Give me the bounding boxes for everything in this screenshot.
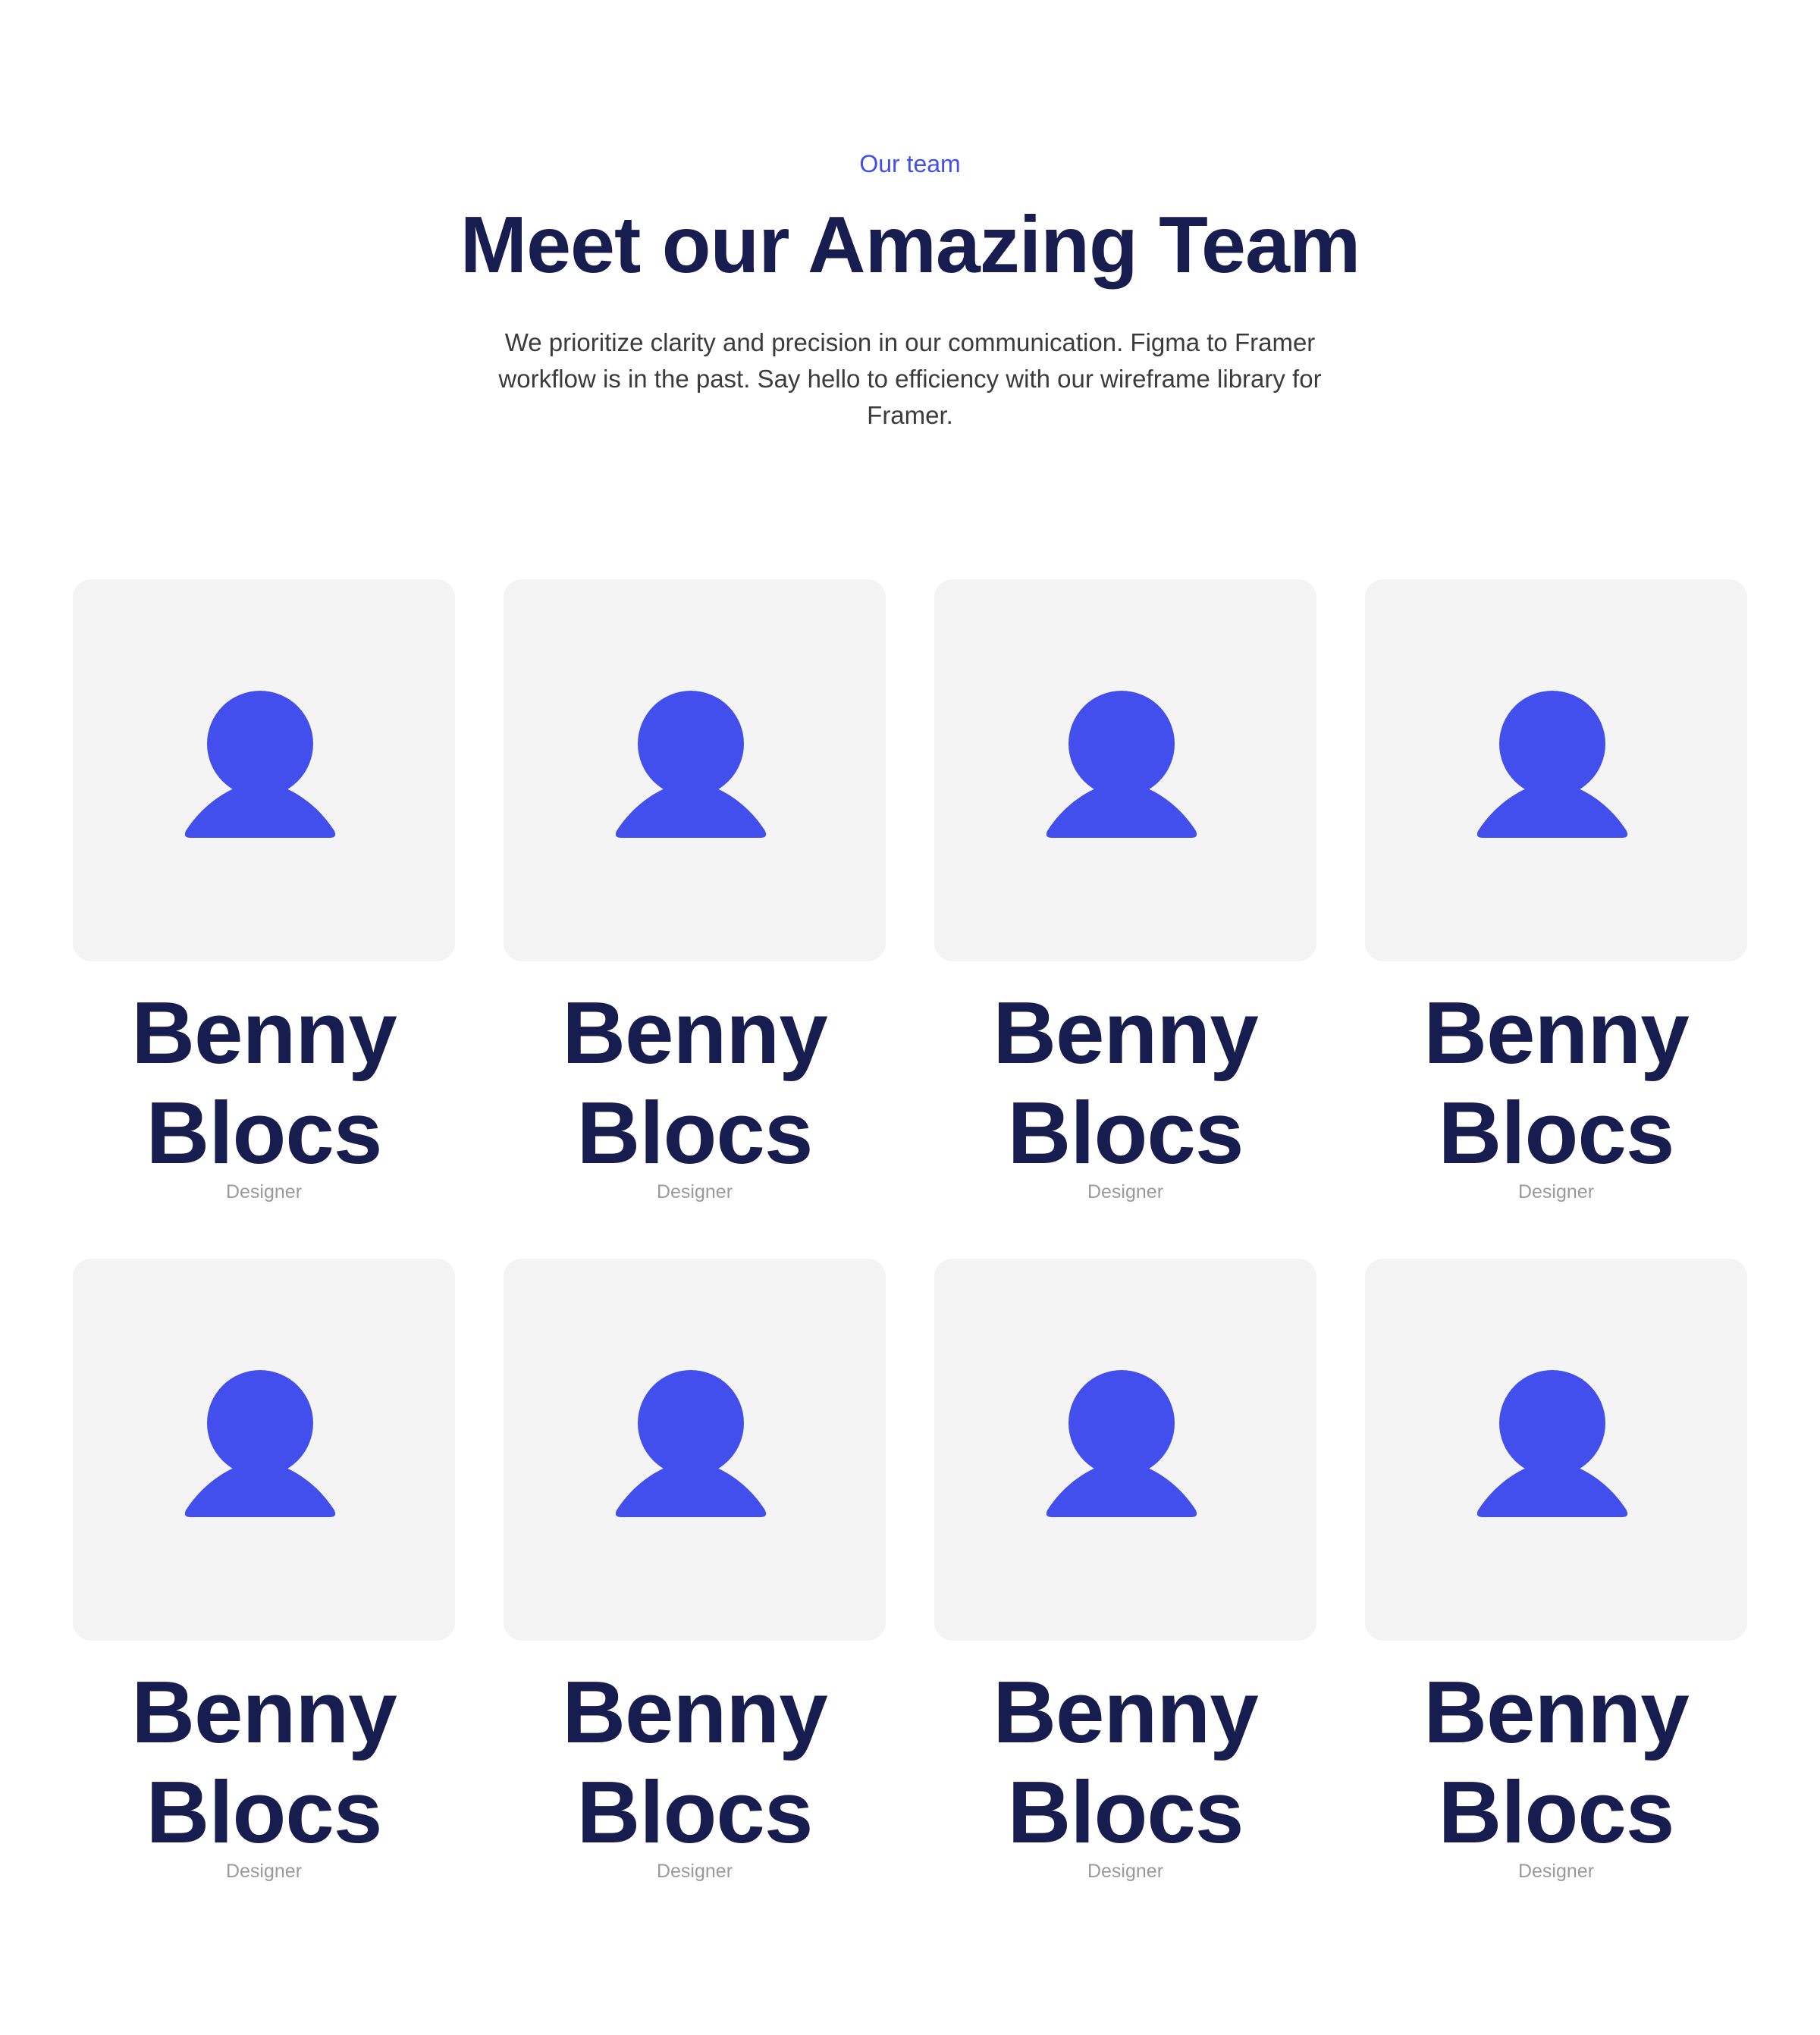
team-member-card: Benny Blocs Designer bbox=[504, 1259, 886, 1938]
team-member-card: Benny Blocs Designer bbox=[73, 1259, 455, 1938]
user-icon bbox=[1476, 691, 1628, 838]
member-name: Benny Blocs bbox=[934, 983, 1316, 1183]
member-first-name: Benny bbox=[131, 1663, 397, 1761]
team-member-card: Benny Blocs Designer bbox=[1365, 1259, 1747, 1938]
member-last-name: Blocs bbox=[576, 1763, 814, 1861]
member-name: Benny Blocs bbox=[934, 1662, 1316, 1862]
member-role: Designer bbox=[1087, 1861, 1164, 1882]
team-member-card: Benny Blocs Designer bbox=[73, 579, 455, 1259]
member-role: Designer bbox=[656, 1181, 733, 1202]
user-icon bbox=[184, 691, 336, 838]
member-name: Benny Blocs bbox=[504, 983, 886, 1183]
member-photo-placeholder bbox=[934, 1259, 1316, 1641]
user-icon bbox=[615, 691, 767, 838]
member-photo-placeholder bbox=[504, 1259, 886, 1641]
member-role: Designer bbox=[225, 1181, 303, 1202]
member-role: Designer bbox=[1087, 1181, 1164, 1202]
member-name: Benny Blocs bbox=[1365, 1662, 1747, 1862]
team-member-card: Benny Blocs Designer bbox=[1365, 579, 1747, 1259]
member-last-name: Blocs bbox=[1007, 1763, 1244, 1861]
member-first-name: Benny bbox=[1423, 983, 1690, 1082]
user-icon bbox=[615, 1370, 767, 1517]
member-last-name: Blocs bbox=[1438, 1763, 1675, 1861]
member-last-name: Blocs bbox=[1438, 1083, 1675, 1182]
member-role: Designer bbox=[1517, 1861, 1595, 1882]
section-title: Meet our Amazing Team bbox=[460, 200, 1360, 290]
member-name: Benny Blocs bbox=[73, 1662, 455, 1862]
member-photo-placeholder bbox=[1365, 1259, 1747, 1641]
member-photo-placeholder bbox=[1365, 579, 1747, 961]
team-section: Our team Meet our Amazing Team We priori… bbox=[0, 0, 1820, 2035]
member-role: Designer bbox=[225, 1861, 303, 1882]
member-role: Designer bbox=[656, 1861, 733, 1882]
member-last-name: Blocs bbox=[146, 1083, 383, 1182]
team-grid: Benny Blocs Designer Benny Blocs Designer … bbox=[73, 579, 1747, 1938]
member-last-name: Blocs bbox=[1007, 1083, 1244, 1182]
member-last-name: Blocs bbox=[146, 1763, 383, 1861]
member-name: Benny Blocs bbox=[73, 983, 455, 1183]
section-eyebrow: Our team bbox=[859, 150, 961, 177]
member-first-name: Benny bbox=[562, 983, 828, 1082]
member-role: Designer bbox=[1517, 1181, 1595, 1202]
member-first-name: Benny bbox=[1423, 1663, 1690, 1761]
member-first-name: Benny bbox=[131, 983, 397, 1082]
user-icon bbox=[1046, 1370, 1197, 1517]
member-name: Benny Blocs bbox=[1365, 983, 1747, 1183]
member-photo-placeholder bbox=[504, 579, 886, 961]
team-member-card: Benny Blocs Designer bbox=[504, 579, 886, 1259]
member-first-name: Benny bbox=[562, 1663, 828, 1761]
team-member-card: Benny Blocs Designer bbox=[934, 579, 1316, 1259]
member-photo-placeholder bbox=[73, 579, 455, 961]
member-last-name: Blocs bbox=[576, 1083, 814, 1182]
user-icon bbox=[184, 1370, 336, 1517]
member-name: Benny Blocs bbox=[504, 1662, 886, 1862]
member-photo-placeholder bbox=[73, 1259, 455, 1641]
team-member-card: Benny Blocs Designer bbox=[934, 1259, 1316, 1938]
member-first-name: Benny bbox=[993, 1663, 1259, 1761]
user-icon bbox=[1476, 1370, 1628, 1517]
member-photo-placeholder bbox=[934, 579, 1316, 961]
user-icon bbox=[1046, 691, 1197, 838]
member-first-name: Benny bbox=[993, 983, 1259, 1082]
section-description: We prioritize clarity and precision in o… bbox=[498, 328, 1322, 429]
